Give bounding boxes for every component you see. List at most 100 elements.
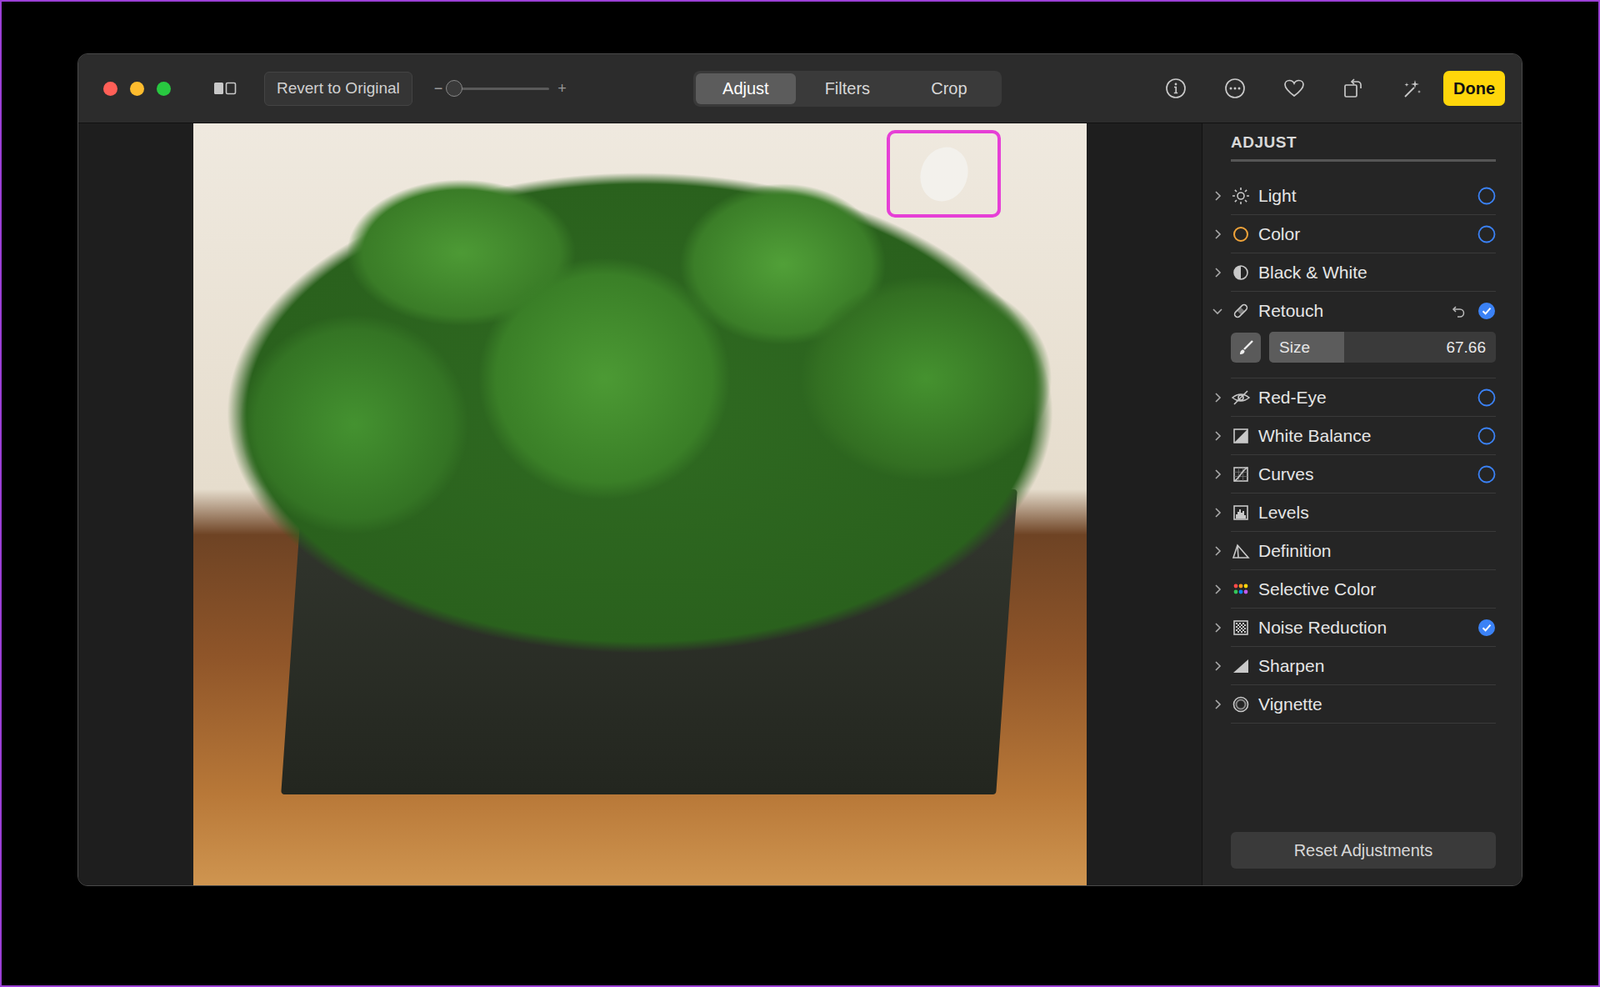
chevron-right-icon[interactable] <box>1211 190 1224 202</box>
chevron-right-icon[interactable] <box>1211 391 1224 404</box>
adjust-item[interactable]: Light <box>1230 176 1496 215</box>
adjust-item-label: Red-Eye <box>1258 387 1478 408</box>
adjust-list: Light Color Black & White Retouch Size 67.66 R… <box>1230 176 1496 724</box>
chevron-right-icon[interactable] <box>1211 698 1224 710</box>
zoom-in[interactable]: + <box>557 80 567 98</box>
screen: Revert to Original−+AdjustFiltersCropDon… <box>0 0 1600 987</box>
color-circle-icon <box>1230 224 1251 245</box>
retouched-spot <box>912 140 975 208</box>
minimize-button[interactable] <box>130 81 145 96</box>
chevron-right-icon[interactable] <box>1211 430 1224 442</box>
eye-slash-icon <box>1230 387 1251 408</box>
zoom-slider[interactable] <box>450 87 550 90</box>
color-dots-icon <box>1230 579 1251 600</box>
highlight-box <box>886 130 1001 218</box>
adjust-item-label: Noise Reduction <box>1258 617 1478 638</box>
zoom-control: −+ <box>434 80 567 98</box>
adjust-item[interactable]: Curves <box>1230 455 1496 494</box>
vignette-icon <box>1230 694 1251 715</box>
toolbar-actions <box>1165 77 1424 100</box>
brush-icon <box>1236 338 1255 357</box>
adjust-item-label: Sharpen <box>1258 655 1496 676</box>
unchecked-icon[interactable] <box>1477 186 1496 205</box>
mode-tab[interactable]: Adjust <box>695 73 796 105</box>
size-slider[interactable]: Size 67.66 <box>1269 331 1496 363</box>
reset-adjustments-button[interactable]: Reset Adjustments <box>1230 831 1496 869</box>
info-icon[interactable] <box>1165 77 1187 100</box>
adjust-item[interactable]: Red-Eye <box>1230 378 1496 417</box>
chevron-right-icon[interactable] <box>1211 468 1224 480</box>
chevron-right-icon[interactable] <box>1211 621 1224 634</box>
more-icon[interactable] <box>1224 77 1246 100</box>
adjust-item-label: Retouch <box>1258 300 1451 321</box>
mode-tab[interactable]: Filters <box>797 73 898 105</box>
done-button[interactable]: Done <box>1443 70 1505 106</box>
sharpen-icon <box>1230 655 1251 676</box>
checked-icon[interactable] <box>1477 618 1496 637</box>
adjust-item[interactable]: Color <box>1230 215 1496 254</box>
half-circle-icon <box>1230 262 1251 283</box>
adjust-item[interactable]: Definition <box>1230 531 1496 570</box>
chevron-right-icon[interactable] <box>1211 545 1224 557</box>
sidebar-heading: ADJUST <box>1230 133 1496 162</box>
sun-icon <box>1230 185 1251 206</box>
zoom-knob[interactable] <box>445 80 463 97</box>
unchecked-icon[interactable] <box>1477 225 1496 244</box>
window-controls <box>103 81 171 96</box>
adjust-item[interactable]: Vignette <box>1230 685 1496 724</box>
noise-icon <box>1230 617 1251 638</box>
size-value: 67.66 <box>1445 338 1486 357</box>
moss <box>193 138 1087 710</box>
adjust-sidebar: ADJUST Light Color Black & White Retouch Size… <box>1201 123 1522 885</box>
close-button[interactable] <box>103 81 118 96</box>
adjust-item[interactable]: Selective Color <box>1230 570 1496 609</box>
white-balance-icon <box>1230 425 1251 446</box>
adjust-item-label: Selective Color <box>1258 579 1496 600</box>
chevron-right-icon[interactable] <box>1211 660 1224 672</box>
checked-icon[interactable] <box>1477 301 1496 320</box>
adjust-item-label: Color <box>1258 224 1478 245</box>
adjust-item-label: Definition <box>1258 540 1496 561</box>
size-label: Size <box>1279 338 1310 357</box>
definition-icon <box>1230 540 1251 561</box>
photos-window: Revert to Original−+AdjustFiltersCropDon… <box>77 53 1523 886</box>
unchecked-icon[interactable] <box>1477 426 1496 445</box>
brush-button[interactable] <box>1230 332 1261 363</box>
adjust-item[interactable]: Sharpen <box>1230 646 1496 685</box>
zoom-out[interactable]: − <box>434 80 444 98</box>
chevron-right-icon[interactable] <box>1211 583 1224 595</box>
unchecked-icon[interactable] <box>1477 465 1496 484</box>
chevron-right-icon[interactable] <box>1211 266 1224 279</box>
adjust-item[interactable]: Retouch <box>1230 291 1496 330</box>
chevron-right-icon[interactable] <box>1211 506 1224 519</box>
histogram-icon <box>1230 502 1251 523</box>
adjust-item-label: Curves <box>1258 464 1478 485</box>
chevron-down-icon[interactable] <box>1211 305 1224 317</box>
magic-wand-icon[interactable] <box>1401 77 1424 100</box>
adjust-item-label: Black & White <box>1258 262 1496 283</box>
adjust-item[interactable]: White Balance <box>1230 416 1496 455</box>
undo-icon[interactable] <box>1450 302 1468 320</box>
adjust-item-label: White Balance <box>1258 425 1478 446</box>
adjust-item-label: Levels <box>1258 502 1496 523</box>
unchecked-icon[interactable] <box>1477 388 1496 407</box>
rotate-icon[interactable] <box>1342 77 1365 100</box>
adjust-item-label: Vignette <box>1258 694 1496 715</box>
split-view-icon[interactable] <box>213 80 237 97</box>
adjust-item-label: Light <box>1258 185 1478 206</box>
adjust-item[interactable]: Levels <box>1230 493 1496 532</box>
revert-button[interactable]: Revert to Original <box>264 71 413 106</box>
heart-icon[interactable] <box>1283 77 1305 100</box>
mode-tab[interactable]: Crop <box>899 73 1000 105</box>
zoom-button[interactable] <box>156 81 171 96</box>
adjust-item[interactable]: Black & White <box>1230 253 1496 292</box>
mode-tabs: AdjustFiltersCrop <box>693 70 1002 107</box>
retouch-controls: Size 67.66 <box>1230 330 1496 379</box>
adjust-item[interactable]: Noise Reduction <box>1230 608 1496 647</box>
curves-icon <box>1230 464 1251 485</box>
photo[interactable] <box>193 123 1087 885</box>
chevron-right-icon[interactable] <box>1211 228 1224 240</box>
bandage-icon <box>1230 300 1251 321</box>
toolbar: Revert to Original−+AdjustFiltersCropDon… <box>78 54 1522 124</box>
editor: ADJUST Light Color Black & White Retouch Size… <box>78 123 1522 885</box>
